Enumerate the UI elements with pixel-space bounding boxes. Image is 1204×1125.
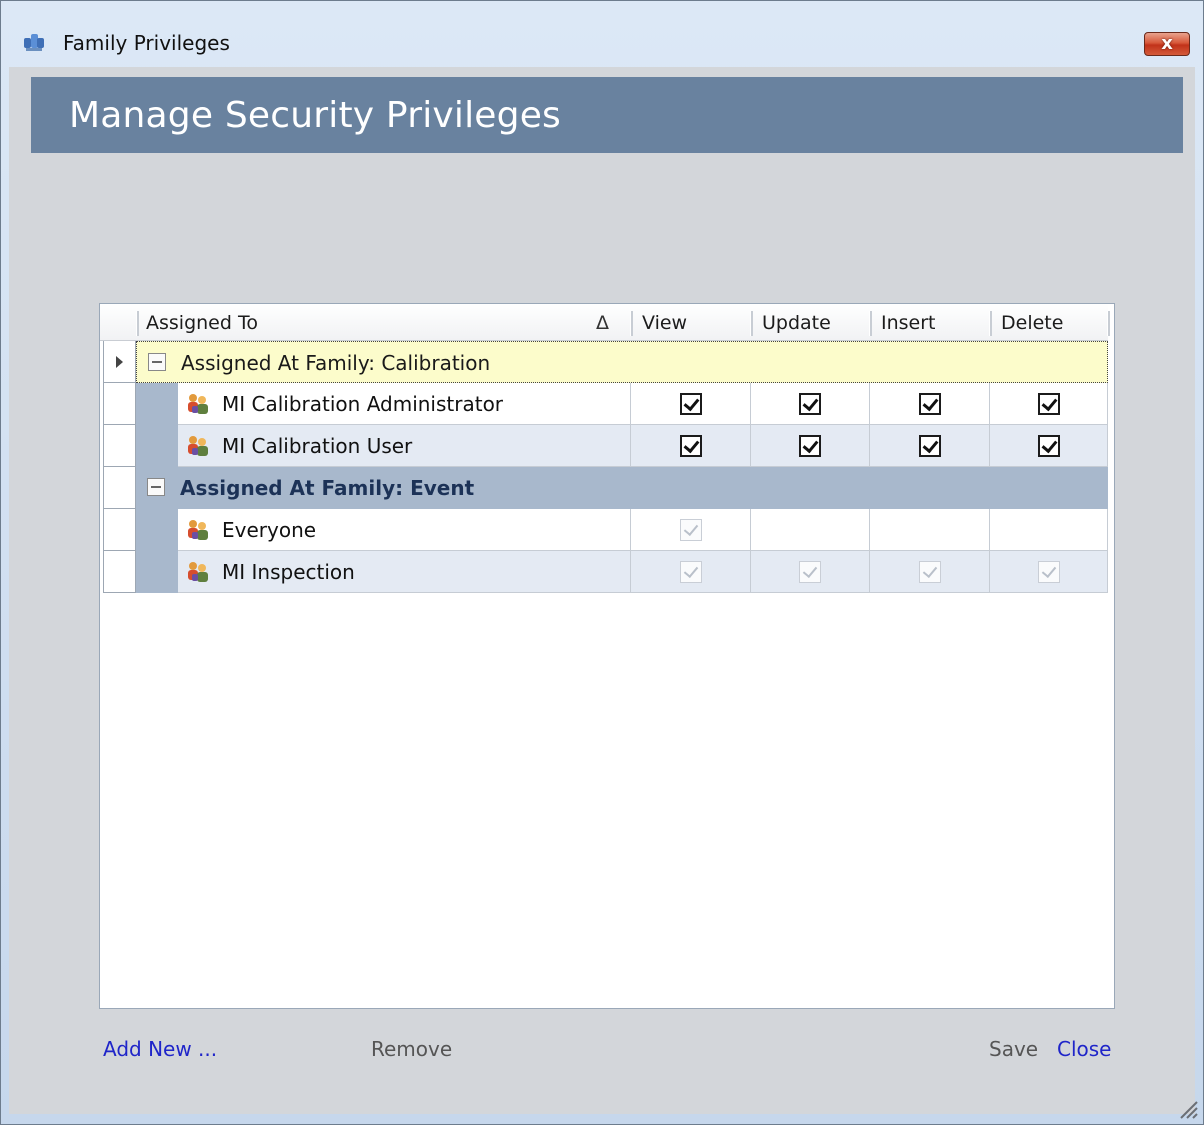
page-header: Manage Security Privileges <box>31 77 1183 153</box>
close-icon: x <box>1161 33 1173 54</box>
group-indent <box>136 551 178 593</box>
column-separator <box>1107 311 1110 336</box>
update-cell[interactable] <box>751 425 870 467</box>
column-header-insert[interactable]: Insert <box>871 304 989 340</box>
column-header-update[interactable]: Update <box>752 304 870 340</box>
delete-cell[interactable] <box>990 383 1108 425</box>
update-checkbox[interactable] <box>799 392 821 415</box>
view-checkbox[interactable] <box>679 392 702 415</box>
row-selector[interactable] <box>103 383 136 425</box>
assigned-to-cell[interactable]: Everyone <box>178 509 631 551</box>
column-header-delete[interactable]: Delete <box>991 304 1108 340</box>
update-cell <box>751 509 870 551</box>
dialog-client-area: Manage Security Privileges Assigned To Δ… <box>9 67 1195 1114</box>
row-selector[interactable] <box>103 551 136 593</box>
window-title: Family Privileges <box>63 31 230 55</box>
insert-cell[interactable] <box>870 425 990 467</box>
column-header-label: View <box>642 312 688 334</box>
update-cell <box>751 551 870 593</box>
add-new-link[interactable]: Add New ... <box>103 1037 217 1061</box>
table-row[interactable]: MI Calibration Administrator <box>100 383 1108 425</box>
close-link[interactable]: Close <box>1057 1037 1111 1061</box>
delete-checkbox <box>1037 560 1060 583</box>
principal-name: Everyone <box>222 518 317 542</box>
update-checkbox <box>799 560 821 583</box>
window-close-button[interactable]: x <box>1144 32 1190 56</box>
sort-ascending-icon[interactable]: Δ <box>596 304 609 342</box>
delete-cell[interactable] <box>990 425 1108 467</box>
insert-cell <box>870 509 990 551</box>
current-row-arrow-icon <box>116 356 123 368</box>
insert-checkbox[interactable] <box>918 434 941 457</box>
view-cell[interactable] <box>631 425 751 467</box>
group-indent <box>136 383 178 425</box>
update-checkbox[interactable] <box>799 434 821 457</box>
collapse-icon[interactable] <box>148 353 166 371</box>
user-group-icon <box>188 562 208 582</box>
group-label: Assigned At Family: Event <box>180 476 475 500</box>
column-header-label: Update <box>762 312 831 334</box>
column-header-label: Assigned To <box>146 312 258 334</box>
view-checkbox <box>679 560 702 583</box>
resize-grip-icon[interactable] <box>1177 1098 1199 1120</box>
column-header-label: Insert <box>881 312 936 334</box>
view-checkbox <box>679 518 702 541</box>
assigned-to-cell[interactable]: MI Calibration Administrator <box>178 383 631 425</box>
table-row[interactable]: Everyone <box>100 509 1108 551</box>
remove-link[interactable]: Remove <box>371 1037 452 1061</box>
page-title: Manage Security Privileges <box>69 95 562 136</box>
column-header-label: Delete <box>1001 312 1064 334</box>
grid-header: Assigned To Δ View Update Insert Delete <box>100 304 1110 342</box>
view-cell <box>631 509 751 551</box>
row-selector[interactable] <box>103 509 136 551</box>
privileges-grid[interactable]: Assigned To Δ View Update Insert Delete … <box>99 303 1115 1009</box>
family-privileges-window: Family Privileges x Manage Security Priv… <box>0 0 1204 1125</box>
insert-checkbox <box>918 560 941 583</box>
insert-cell[interactable] <box>870 383 990 425</box>
view-cell[interactable] <box>631 383 751 425</box>
view-checkbox[interactable] <box>679 434 702 457</box>
user-group-icon <box>188 394 208 414</box>
save-link[interactable]: Save <box>989 1037 1038 1061</box>
collapse-icon[interactable] <box>147 478 165 496</box>
group-row-calibration[interactable]: Assigned At Family: Calibration <box>100 341 1108 383</box>
row-selector[interactable] <box>103 341 136 383</box>
delete-checkbox[interactable] <box>1037 392 1060 415</box>
insert-cell <box>870 551 990 593</box>
principal-name: MI Inspection <box>222 560 355 584</box>
delete-cell <box>990 551 1108 593</box>
group-label: Assigned At Family: Calibration <box>181 351 491 375</box>
title-bar: Family Privileges x <box>1 1 1203 75</box>
column-header-assigned-to[interactable]: Assigned To <box>136 304 628 340</box>
group-indent <box>136 509 178 551</box>
column-separator <box>136 311 139 336</box>
group-header[interactable]: Assigned At Family: Event <box>136 467 1108 509</box>
row-selector[interactable] <box>103 425 136 467</box>
assigned-to-cell[interactable]: MI Inspection <box>178 551 631 593</box>
view-cell <box>631 551 751 593</box>
insert-checkbox[interactable] <box>918 392 941 415</box>
column-header-view[interactable]: View <box>632 304 750 340</box>
group-row-event[interactable]: Assigned At Family: Event <box>100 467 1108 509</box>
row-selector[interactable] <box>103 467 136 509</box>
assigned-to-cell[interactable]: MI Calibration User <box>178 425 631 467</box>
update-cell[interactable] <box>751 383 870 425</box>
group-indent <box>136 425 178 467</box>
table-row[interactable]: MI Calibration User <box>100 425 1108 467</box>
principal-name: MI Calibration User <box>222 434 413 458</box>
user-group-icon <box>188 436 208 456</box>
group-header[interactable]: Assigned At Family: Calibration <box>136 341 1108 383</box>
delete-checkbox[interactable] <box>1037 434 1060 457</box>
user-group-icon <box>188 520 208 540</box>
family-privileges-icon <box>24 34 44 51</box>
table-row[interactable]: MI Inspection <box>100 551 1108 593</box>
delete-cell <box>990 509 1108 551</box>
principal-name: MI Calibration Administrator <box>222 392 504 416</box>
